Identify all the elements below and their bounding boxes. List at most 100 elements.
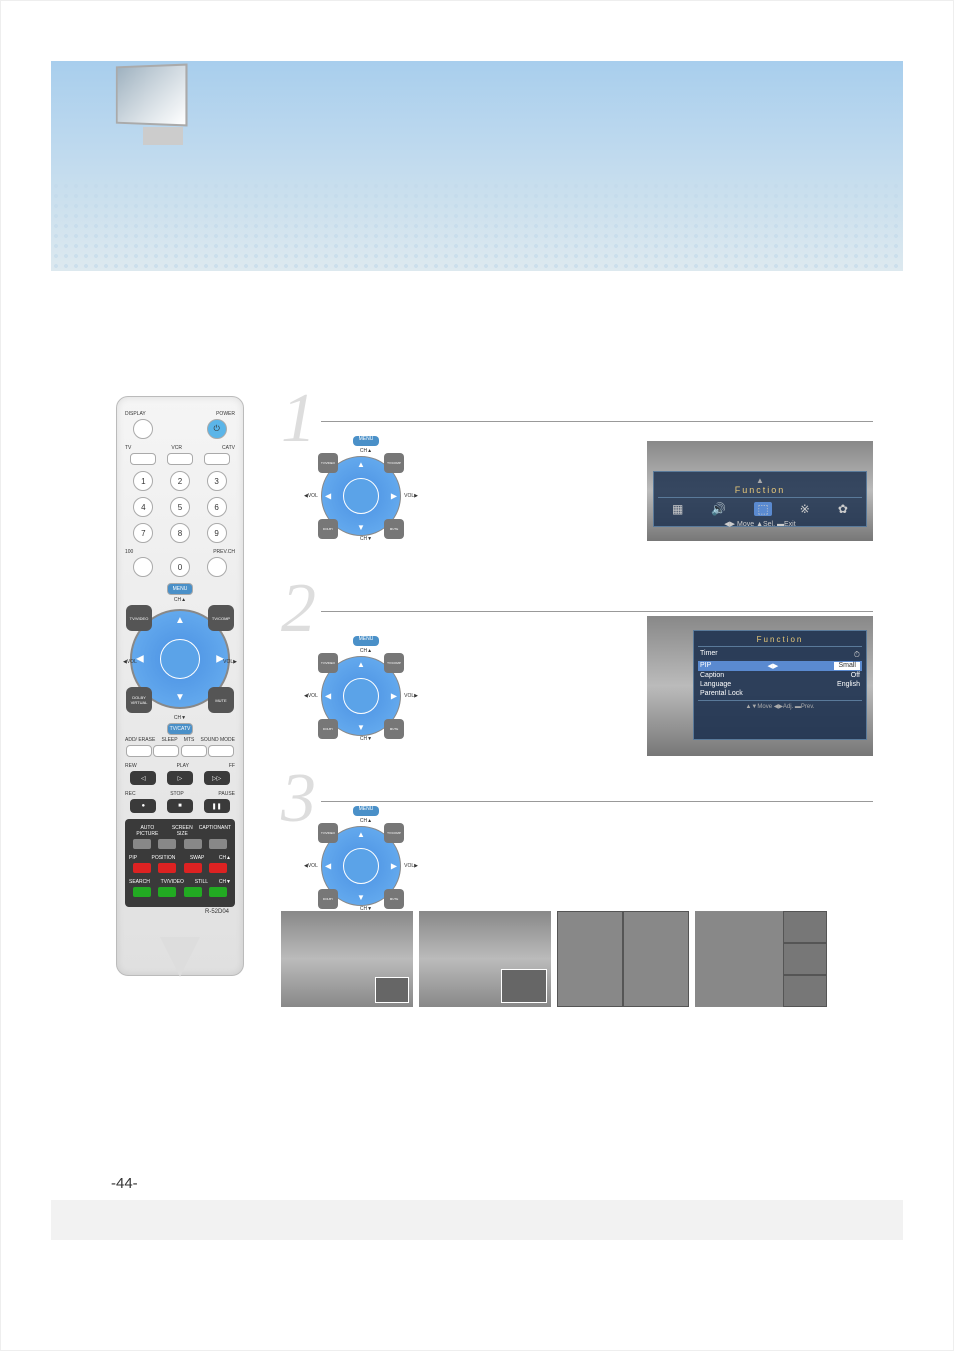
prevch-button[interactable]	[207, 557, 227, 577]
keypad-8[interactable]: 8	[170, 523, 190, 543]
still-button[interactable]	[184, 887, 202, 897]
menu-button[interactable]: MENU	[167, 583, 193, 595]
still-label: STILL	[195, 879, 208, 885]
model-number: R-52D04	[125, 909, 235, 915]
auto-picture-button[interactable]	[133, 839, 151, 849]
ff-button[interactable]: ▷▷	[204, 771, 230, 785]
add-erase-button[interactable]	[126, 745, 152, 757]
chup-box-label: CH▲	[219, 855, 231, 861]
swap-button[interactable]	[184, 863, 202, 873]
step-3: 3 MENU CH▲ ▲▼◀▶ TV/VIDEOTV/COMPDOLBYMUTE…	[281, 771, 873, 991]
mini-volr: VOL▶	[404, 493, 418, 499]
step-2-osd: Function Timer⏱ PIP◀▶Small CaptionOff La…	[647, 616, 873, 716]
mini-tvvideo-corner[interactable]: TV/VIDEO	[318, 453, 338, 473]
caption-button[interactable]	[184, 839, 202, 849]
step-3-number: 3	[281, 771, 316, 827]
osd1-icon-picture: ▦	[672, 502, 683, 516]
step-2-number: 2	[281, 581, 316, 637]
caption-label: CAPTION	[199, 825, 221, 837]
remote-tip	[160, 937, 200, 977]
stop-button[interactable]: ■	[167, 799, 193, 813]
keypad-9[interactable]: 9	[207, 523, 227, 543]
rew-button[interactable]: ◁	[130, 771, 156, 785]
osd1-footer: ◀▶ Move ▲Sel. ▬Exit	[658, 520, 862, 528]
pip-button[interactable]	[133, 863, 151, 873]
keypad-6[interactable]: 6	[207, 497, 227, 517]
nav-center[interactable]	[160, 639, 200, 679]
dolby-corner-button[interactable]: DOLBY VIRTUAL	[126, 687, 152, 713]
chdn-box-button[interactable]	[209, 887, 227, 897]
osd2-item-pip-selected: PIP◀▶Small	[698, 661, 862, 671]
auto-picture-label: AUTO PICTURE	[129, 825, 166, 837]
tvcatv-button[interactable]: TV/CATV	[167, 723, 193, 735]
footer-bar	[51, 1200, 903, 1240]
keypad-7[interactable]: 7	[133, 523, 153, 543]
sleep-label: SLEEP	[161, 737, 177, 743]
nav-ring[interactable]: TV/VIDEO TV/COMP DOLBY VIRTUAL MUTE ▲ ▼ …	[130, 609, 230, 709]
osd2-item-caption: CaptionOff	[698, 671, 862, 680]
mini-mute-corner[interactable]: MUTE	[384, 519, 404, 539]
osd1-icon-channel: ※	[800, 502, 810, 516]
mini-menu-button[interactable]: MENU	[353, 436, 379, 446]
keypad-5[interactable]: 5	[170, 497, 190, 517]
sleep-button[interactable]	[153, 745, 179, 757]
remote-control-illustration: DISPLAYPOWER ⏻ TVVCRCATV 123 456 789 100…	[116, 396, 244, 976]
ff-label: FF	[229, 763, 235, 769]
swap-label: SWAP	[190, 855, 205, 861]
mute-corner-button[interactable]: MUTE	[208, 687, 234, 713]
tv-label: TV	[125, 445, 131, 451]
dot-pattern	[51, 181, 903, 271]
hundred-button[interactable]	[133, 557, 153, 577]
keypad-4[interactable]: 4	[133, 497, 153, 517]
position-button[interactable]	[158, 863, 176, 873]
screen-size-button[interactable]	[158, 839, 176, 849]
vcr-label: VCR	[171, 445, 182, 451]
osd1-title: Function	[658, 485, 862, 498]
pip-label: PIP	[129, 855, 137, 861]
vcr-mode-button[interactable]	[167, 453, 193, 465]
mini-dolby-corner[interactable]: DOLBY	[318, 519, 338, 539]
play-button[interactable]: ▷	[167, 771, 193, 785]
keypad-1[interactable]: 1	[133, 471, 153, 491]
mini-tvcomp-corner[interactable]: TV/COMP	[384, 453, 404, 473]
nav-up-arrow[interactable]: ▲	[175, 615, 185, 626]
mini-voll: ◀VOL	[304, 493, 318, 499]
play-label: PLAY	[177, 763, 189, 769]
osd1-icon-sound: 🔊	[711, 502, 726, 516]
osd1-icon-setup: ✿	[838, 502, 848, 516]
chv-label: CH▼	[125, 715, 235, 721]
search-button[interactable]	[133, 887, 151, 897]
tvcomp-corner-button[interactable]: TV/COMP	[208, 605, 234, 631]
tvvideo-b-label: TV/VIDEO	[161, 879, 184, 885]
tvvideo-corner-button[interactable]: TV/VIDEO	[126, 605, 152, 631]
rec-button[interactable]: ●	[130, 799, 156, 813]
nav-left-arrow[interactable]: ◀	[136, 654, 144, 665]
power-button[interactable]: ⏻	[207, 419, 227, 439]
ant-label: ANT	[221, 825, 231, 837]
mts-button[interactable]	[181, 745, 207, 757]
osd2-footer: ▲▼Move ◀▶Adj. ▬Prev.	[698, 700, 862, 710]
keypad-0[interactable]: 0	[170, 557, 190, 577]
pip-examples-row	[281, 911, 873, 1007]
mts-label: MTS	[184, 737, 195, 743]
chdn-box-label: CH▼	[219, 879, 231, 885]
position-label: POSITION	[152, 855, 176, 861]
catv-mode-button[interactable]	[204, 453, 230, 465]
pause-button[interactable]: ❚❚	[204, 799, 230, 813]
chup-box-button[interactable]	[209, 863, 227, 873]
nav-down-arrow[interactable]: ▼	[175, 692, 185, 703]
osd1-icon-function-selected: ⬚	[754, 502, 771, 516]
tvvideo-b-button[interactable]	[158, 887, 176, 897]
display-button[interactable]	[133, 419, 153, 439]
tv-mode-button[interactable]	[130, 453, 156, 465]
tv-illustration	[113, 65, 213, 155]
sound-mode-button[interactable]	[208, 745, 234, 757]
step-1-number: 1	[281, 391, 316, 447]
prevch-label: PREV.CH	[213, 549, 235, 555]
keypad-2[interactable]: 2	[170, 471, 190, 491]
screen-size-label: SCREEN SIZE	[166, 825, 199, 837]
keypad-3[interactable]: 3	[207, 471, 227, 491]
manual-page: DISPLAYPOWER ⏻ TVVCRCATV 123 456 789 100…	[0, 0, 954, 1351]
display-label: DISPLAY	[125, 411, 146, 417]
ant-button[interactable]	[209, 839, 227, 849]
